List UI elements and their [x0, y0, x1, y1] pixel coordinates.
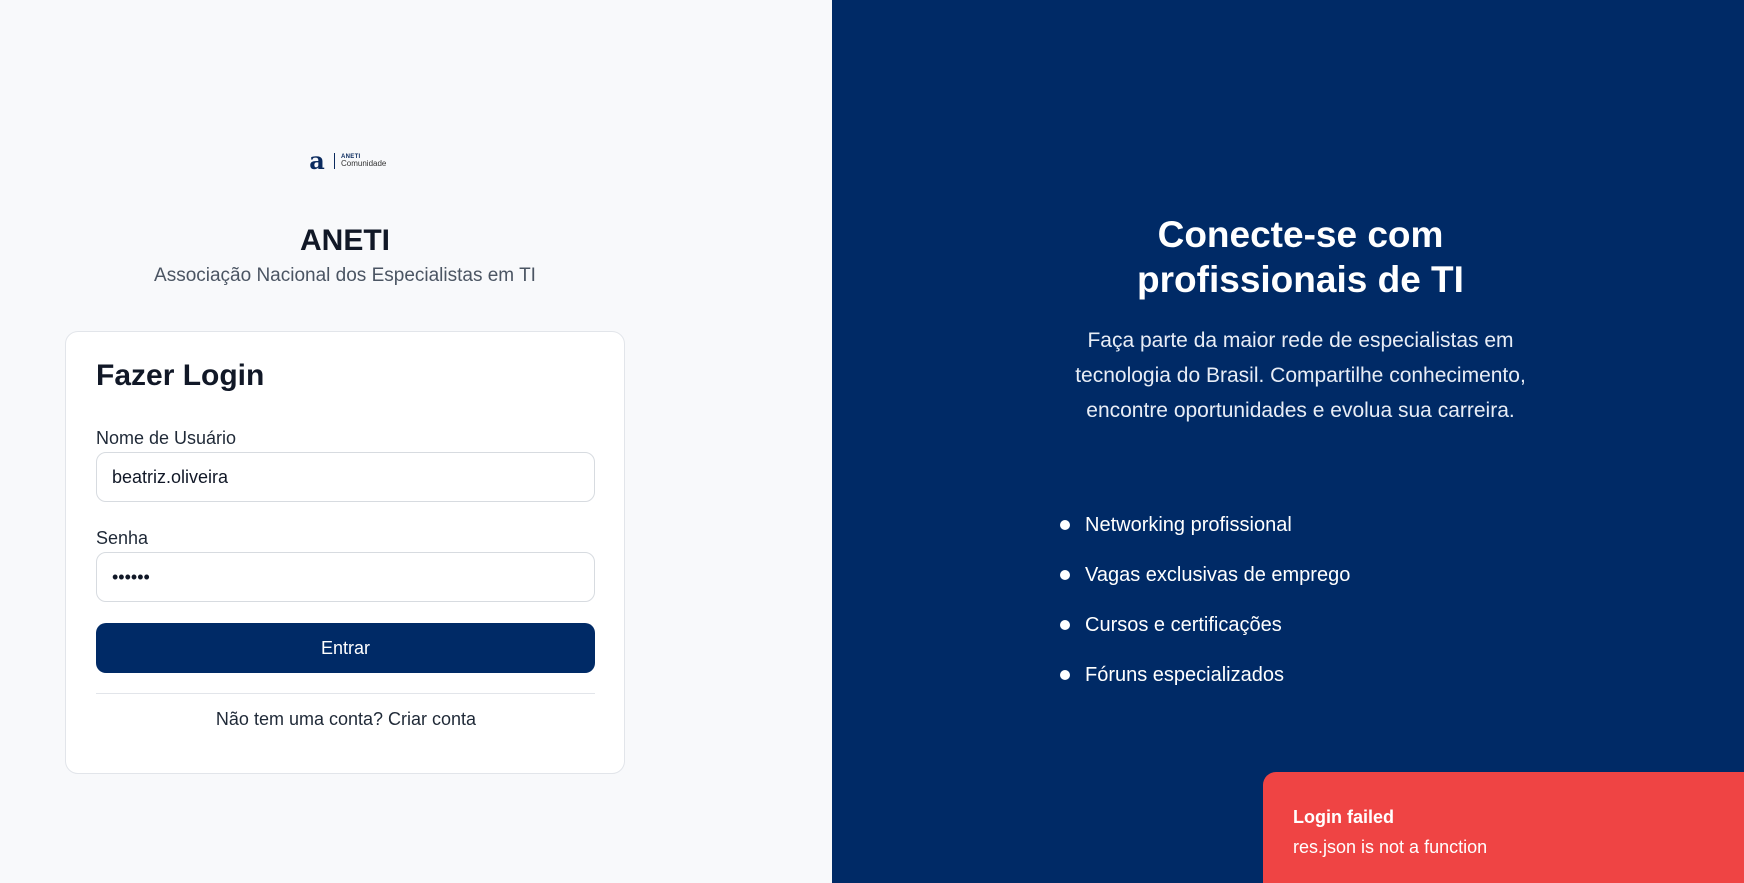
logo-divider [334, 153, 335, 169]
signup-prompt-line: Não tem uma conta? Criar conta [66, 709, 626, 730]
feature-item: Cursos e certificações [1060, 600, 1350, 650]
feature-item: Fóruns especializados [1060, 650, 1350, 700]
signup-prompt: Não tem uma conta? [215, 709, 384, 729]
feature-label: Fóruns especializados [1085, 663, 1284, 686]
error-toast[interactable]: Login failed res.json is not a function [1263, 772, 1744, 883]
hero-panel: Conecte-se com profissionais de TI Faça … [832, 0, 1744, 883]
toast-title: Login failed [1293, 807, 1394, 827]
app-title: ANETI [300, 224, 390, 257]
logo-wordmark: ANETI Comunidade [341, 154, 386, 168]
signup-link[interactable]: Criar conta [388, 709, 476, 729]
feature-item: Vagas exclusivas de emprego [1060, 550, 1350, 600]
feature-label: Networking profissional [1085, 513, 1292, 536]
bullet-icon [1060, 620, 1070, 630]
login-button[interactable]: Entrar [96, 623, 595, 673]
logo-subtitle: Comunidade [341, 159, 387, 168]
username-label: Nome de Usuário [96, 428, 237, 448]
hero-title-line1: Conecte-se com [1157, 214, 1444, 255]
hero-title-line2: profissionais de TI [1137, 259, 1464, 300]
login-panel: a ANETI Comunidade ANETI Associação Naci… [0, 0, 832, 883]
bullet-icon [1060, 670, 1070, 680]
login-card: Fazer Login Nome de Usuário Senha Entrar… [65, 331, 625, 774]
login-title: Fazer Login [96, 359, 265, 392]
logo-mark: a [309, 146, 325, 175]
password-input[interactable] [96, 552, 595, 602]
feature-list: Networking profissional Vagas exclusivas… [1060, 500, 1350, 700]
hero-title: Conecte-se com profissionais de TI [832, 212, 1744, 302]
feature-label: Vagas exclusivas de emprego [1085, 563, 1351, 586]
feature-label: Cursos e certificações [1085, 613, 1282, 636]
toast-message: res.json is not a function [1293, 837, 1488, 857]
feature-item: Networking profissional [1060, 500, 1350, 550]
app-subtitle: Associação Nacional dos Especialistas em… [154, 265, 536, 286]
username-input[interactable] [96, 452, 595, 502]
bullet-icon [1060, 520, 1070, 530]
aneti-logo: a ANETI Comunidade [306, 146, 386, 175]
password-label: Senha [96, 528, 149, 548]
bullet-icon [1060, 570, 1070, 580]
divider [96, 693, 595, 694]
hero-description: Faça parte da maior rede de especialista… [1075, 329, 1526, 422]
